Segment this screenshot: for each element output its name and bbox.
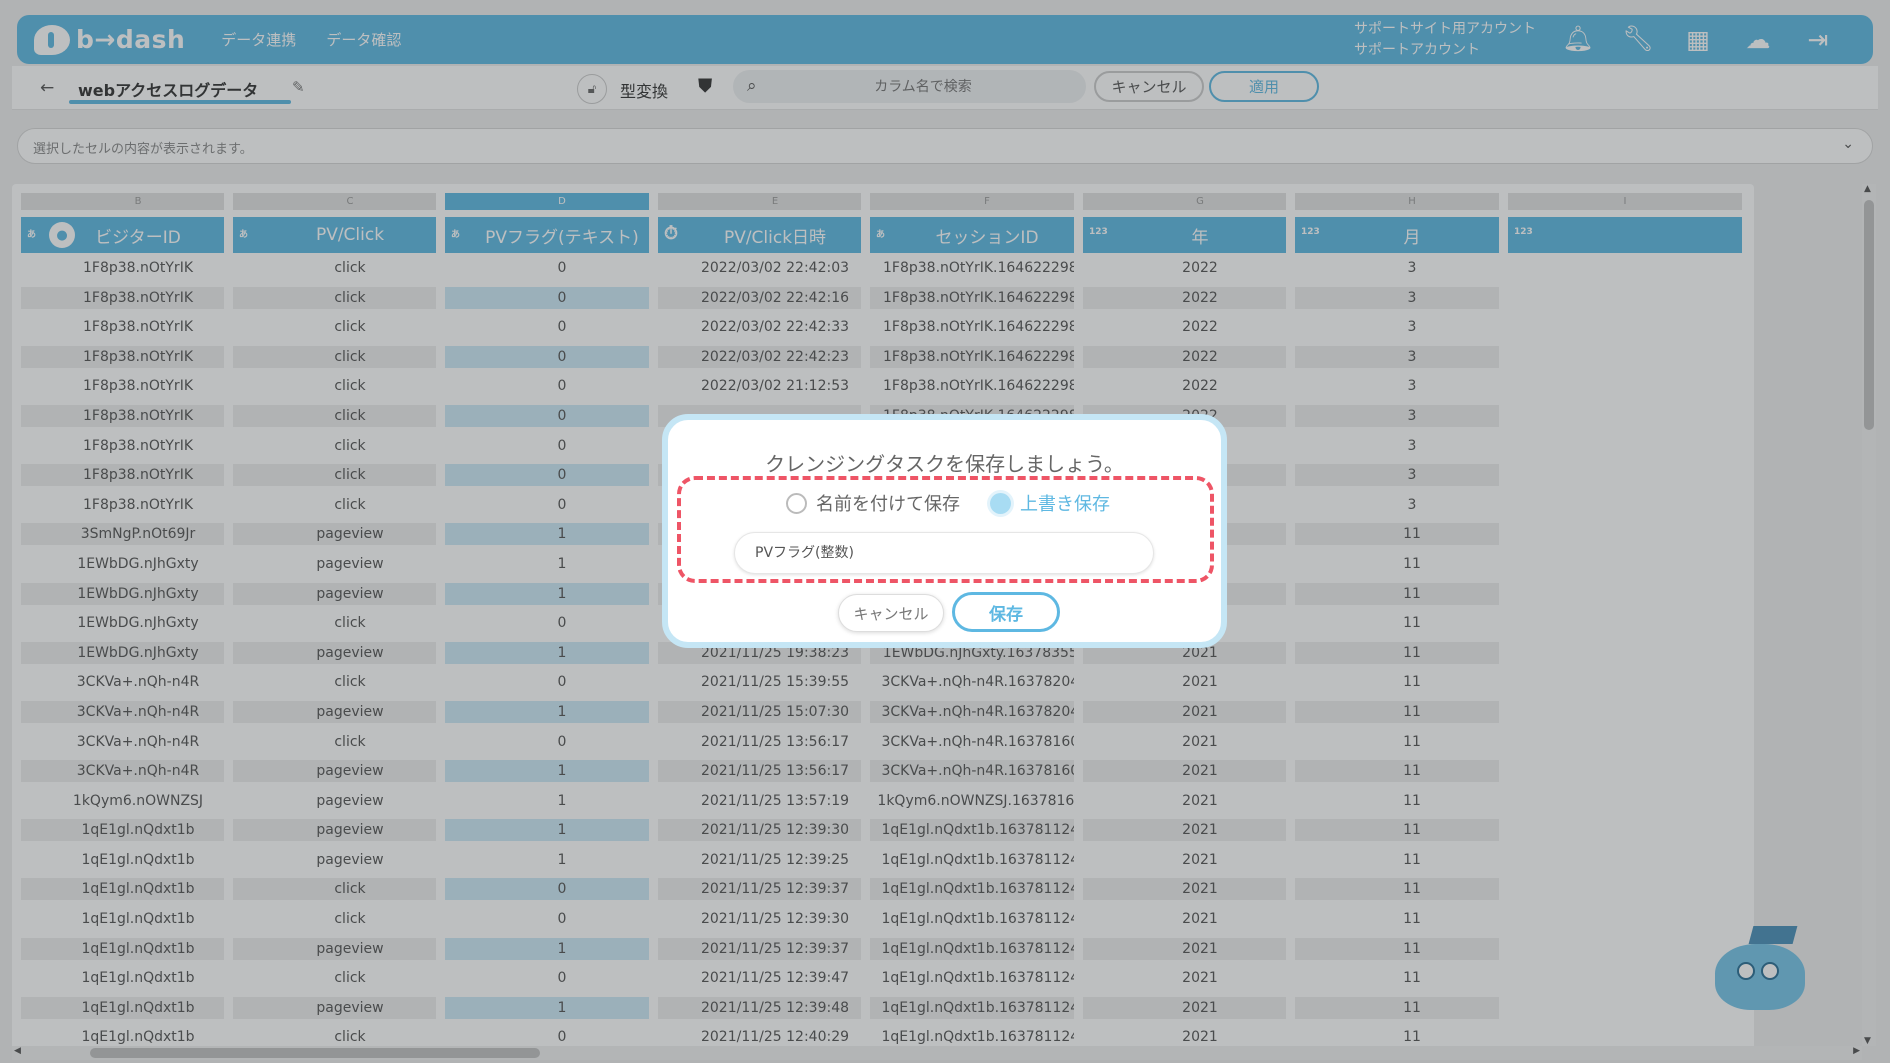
dialog-cancel-button[interactable]: キャンセル bbox=[838, 594, 944, 632]
option-save-as-new-label: 名前を付けて保存 bbox=[816, 494, 960, 515]
dialog-save-button[interactable]: 保存 bbox=[952, 592, 1060, 632]
option-save-as-new[interactable]: 名前を付けて保存 bbox=[786, 490, 960, 516]
dialog-title: クレンジングタスクを保存しましょう。 bbox=[765, 452, 1124, 476]
option-overwrite[interactable]: 上書き保存 bbox=[990, 490, 1110, 516]
radio-overwrite[interactable] bbox=[990, 492, 1011, 514]
save-task-dialog: クレンジングタスクを保存しましょう。 名前を付けて保存 上書き保存 PVフラグ(… bbox=[662, 414, 1227, 648]
task-name-input[interactable]: PVフラグ(整数) bbox=[734, 532, 1154, 574]
radio-save-as-new[interactable] bbox=[786, 492, 807, 514]
option-overwrite-label: 上書き保存 bbox=[1020, 494, 1110, 515]
